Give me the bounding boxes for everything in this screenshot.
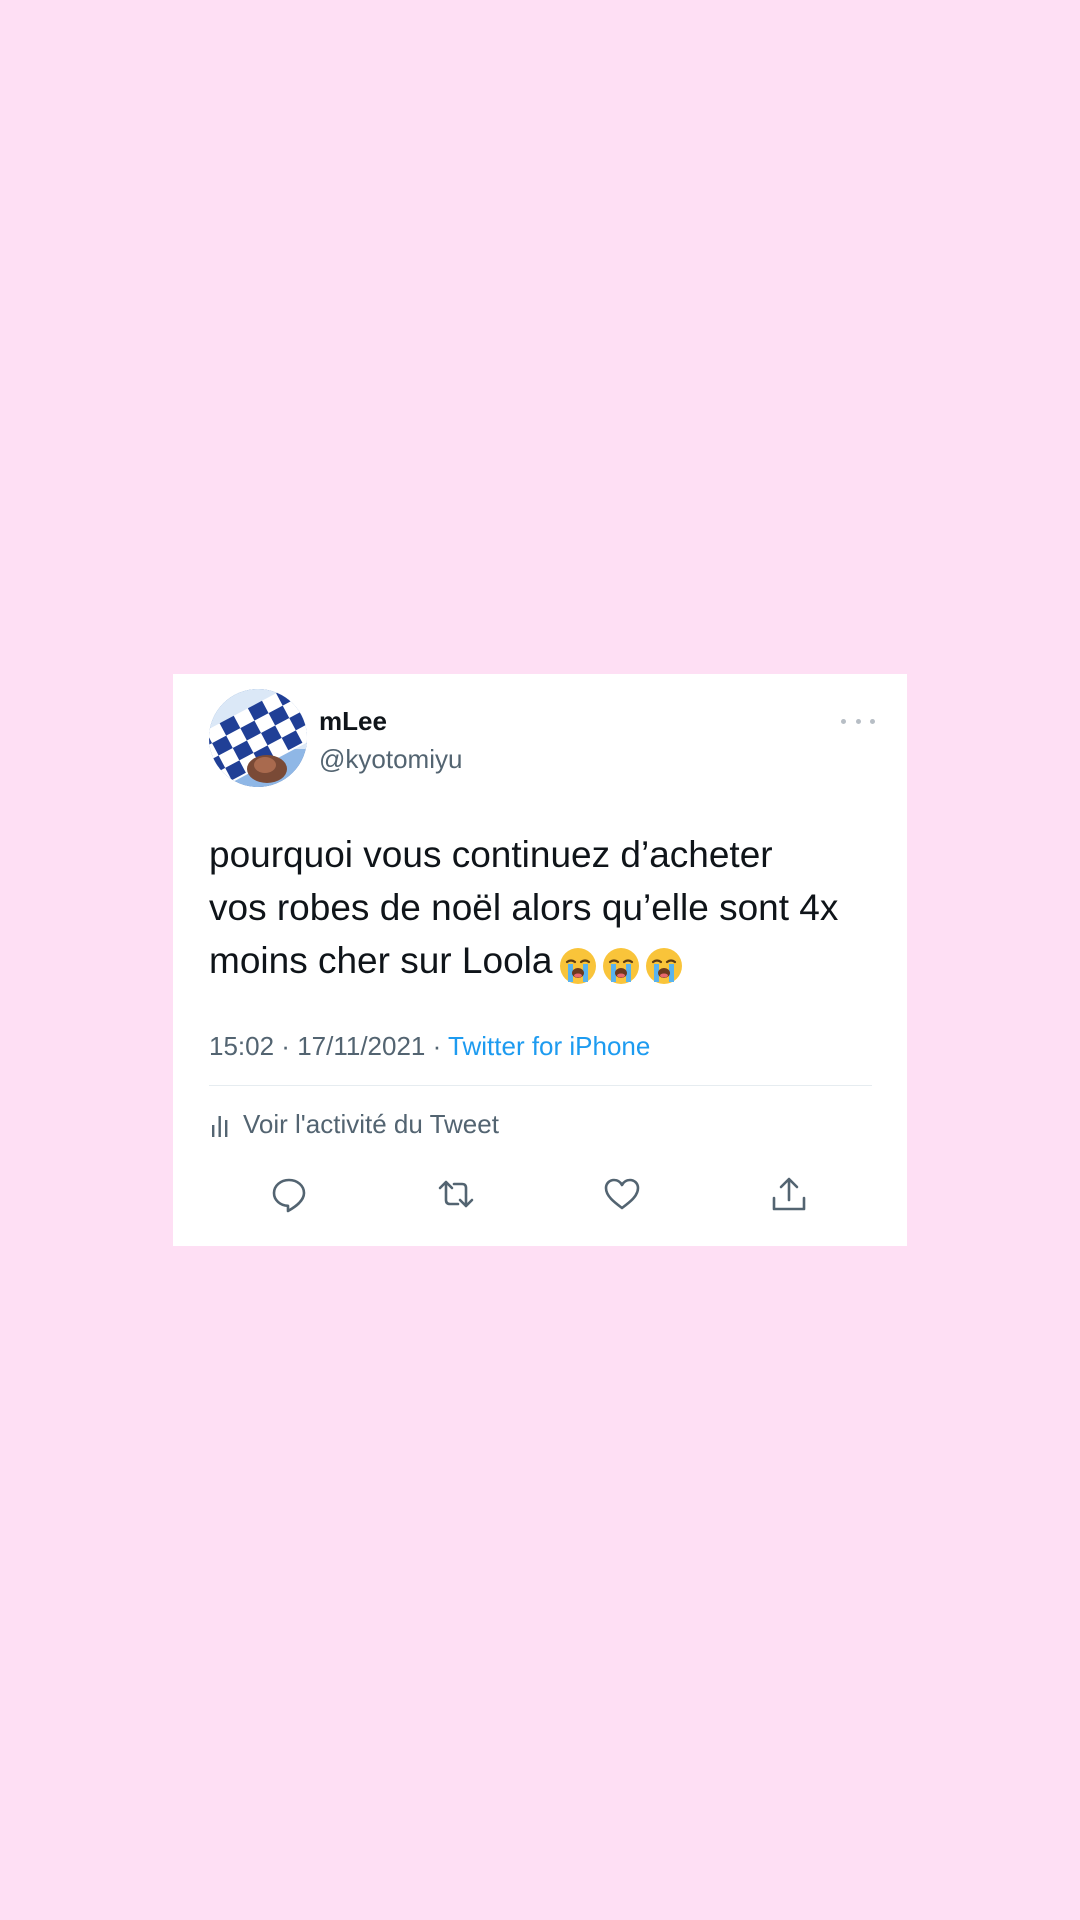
like-icon[interactable] — [602, 1174, 642, 1214]
tweet-text: pourquoi vous continuez d’acheter vos ro… — [209, 828, 889, 990]
reply-icon[interactable] — [269, 1174, 309, 1214]
avatar-image — [209, 689, 307, 787]
tweet-source-link[interactable]: Twitter for iPhone — [448, 1031, 650, 1061]
loudly-crying-face-icon — [560, 947, 597, 984]
tweet-meta: 15:02 · 17/11/2021 · Twitter for iPhone — [209, 1030, 650, 1062]
retweet-icon[interactable] — [436, 1174, 476, 1214]
share-icon[interactable] — [769, 1174, 809, 1214]
tweet-date[interactable]: 17/11/2021 — [297, 1031, 425, 1061]
more-options-button[interactable] — [841, 712, 875, 730]
activity-label: Voir l'activité du Tweet — [243, 1109, 499, 1139]
meta-separator: · — [425, 1031, 449, 1061]
display-name[interactable]: mLee — [319, 706, 387, 736]
tweet-time[interactable]: 15:02 — [209, 1031, 274, 1061]
tweet-activity-link[interactable]: Voir l'activité du Tweet — [211, 1108, 499, 1140]
tweet-text-line-content: moins cher sur Loola — [209, 940, 553, 981]
tweet-actions — [173, 1174, 907, 1218]
divider — [209, 1085, 872, 1086]
user-handle[interactable]: @kyotomiyu — [319, 744, 462, 774]
loudly-crying-face-icon — [603, 947, 640, 984]
tweet-card[interactable]: mLee @kyotomiyu pourquoi vous continuez … — [173, 674, 907, 1246]
loudly-crying-face-icon — [646, 947, 683, 984]
avatar[interactable] — [209, 689, 307, 787]
tweet-text-line: vos robes de noël alors qu’elle sont 4x — [209, 887, 839, 928]
more-dot-icon — [855, 718, 861, 724]
meta-separator: · — [274, 1031, 298, 1061]
more-dot-icon — [841, 718, 846, 724]
tweet-text-line-last: moins cher sur Loola — [209, 934, 889, 990]
emoji-group — [558, 937, 687, 990]
tweet-text-line: pourquoi vous continuez d’acheter — [209, 834, 773, 875]
stats-icon — [212, 1116, 228, 1137]
more-dot-icon — [870, 718, 875, 724]
